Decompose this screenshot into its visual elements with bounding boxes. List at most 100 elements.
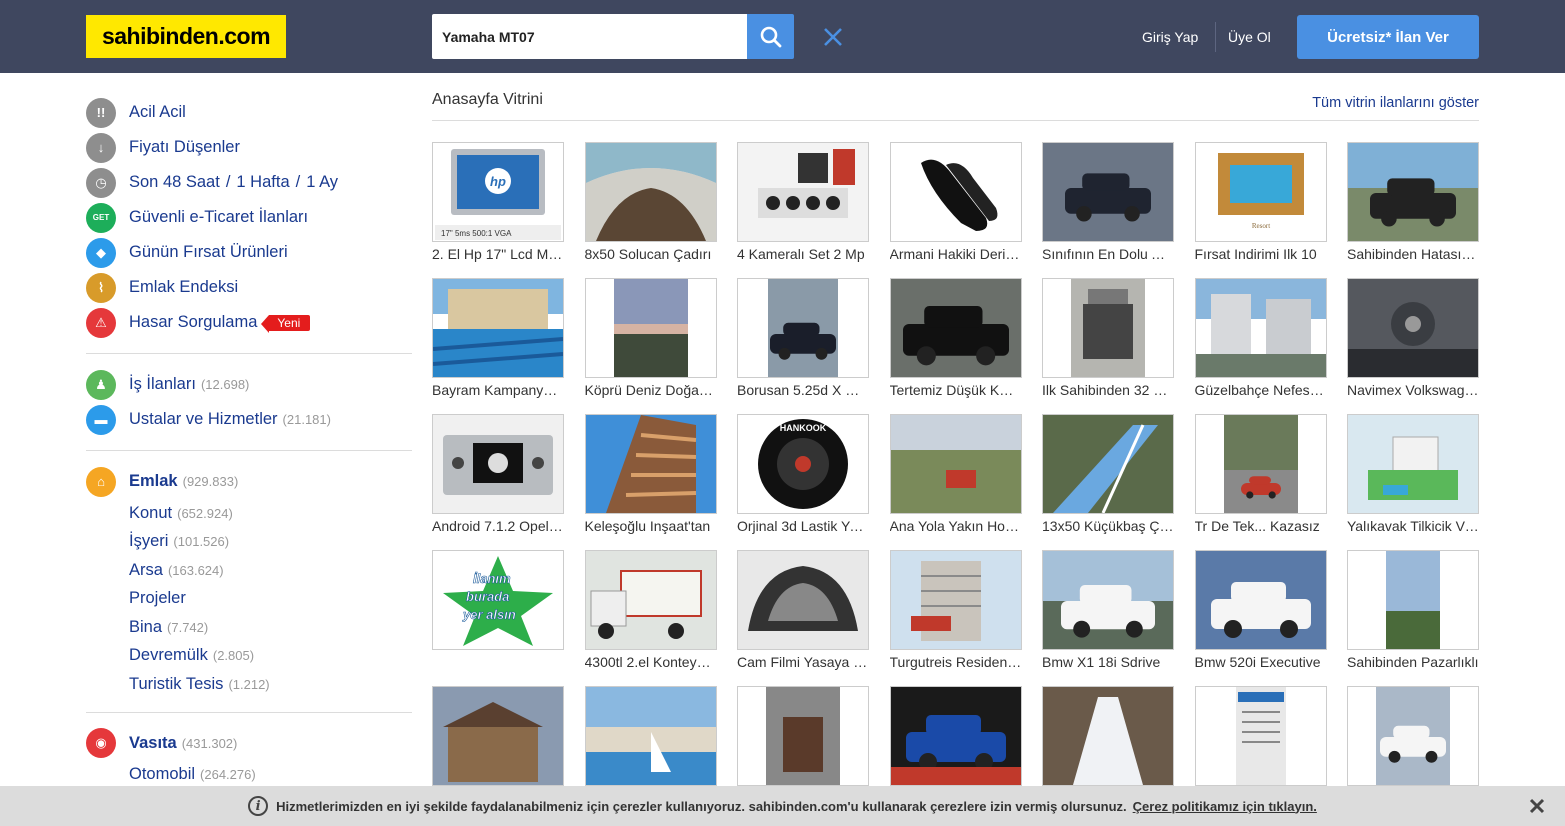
listing-card[interactable]: Tr De Tek... Kazasız — [1194, 414, 1327, 534]
subcategory-label[interactable]: Konut — [129, 504, 172, 523]
sidebar-item-label[interactable]: Emlak Endeksi — [129, 278, 238, 297]
show-all-showcase-link[interactable]: Tüm vitrin ilanlarını göster — [1312, 95, 1479, 111]
subcategory-label[interactable]: Devremülk — [129, 646, 208, 665]
listing-thumbnail[interactable] — [737, 278, 869, 378]
listing-title[interactable]: 4 Kameralı Set 2 Mp — [737, 246, 869, 262]
listing-thumbnail[interactable] — [1194, 278, 1327, 378]
post-ad-button[interactable]: Ücretsiz* İlan Ver — [1297, 15, 1479, 59]
listing-title[interactable]: Borusan 5.25d X Drive — [737, 382, 869, 398]
sidebar-item-label[interactable]: Günün Fırsat Ürünleri — [129, 243, 288, 262]
listing-thumbnail[interactable] — [1194, 414, 1327, 514]
listing-title[interactable]: 4300tl 2.el Konteyner — [585, 654, 717, 670]
listing-card[interactable]: 8x50 Solucan Çadırı — [584, 142, 717, 262]
listing-title[interactable]: Sınıfının En Dolu Aracı — [1042, 246, 1174, 262]
subcategory-label[interactable]: Bina — [129, 618, 162, 637]
listing-thumbnail[interactable] — [1347, 550, 1479, 650]
listing-thumbnail[interactable] — [584, 142, 717, 242]
sidebar-item-acil-acil[interactable]: !! Acil Acil — [86, 95, 412, 130]
sidebar-item-i-ş-i-lanları[interactable]: ♟ İş İlanları (12.698) — [86, 367, 412, 402]
listing-title[interactable]: Android 7.1.2 Opel Multimedya — [432, 518, 564, 534]
register-link[interactable]: Üye Ol — [1228, 29, 1271, 45]
listing-card[interactable]: Android 7.1.2 Opel Multimedya — [432, 414, 564, 534]
listing-card[interactable]: Borusan 5.25d X Drive — [737, 278, 869, 398]
search-input[interactable] — [432, 14, 748, 59]
listing-card[interactable]: Bayram Kampanyası Havuzlu — [432, 278, 564, 398]
category-title[interactable]: Emlak — [129, 472, 178, 491]
sidebar-item-fiyatı-düşenler[interactable]: ↓ Fiyatı Düşenler — [86, 130, 412, 165]
sidebar-item-label[interactable]: Acil Acil — [129, 103, 186, 122]
listing-title[interactable]: Bayram Kampanyası Havuzlu — [432, 382, 564, 398]
listing-thumbnail[interactable] — [1042, 142, 1174, 242]
listing-title[interactable]: Navimex Volkswagen Golf — [1347, 382, 1479, 398]
subcategory-label[interactable]: Arsa — [129, 561, 163, 580]
subcategory-item[interactable]: Turistik Tesis (1.212) — [129, 670, 412, 699]
listing-title[interactable]: Bmw X1 18i Sdrive — [1042, 654, 1174, 670]
category-emlak[interactable]: ⌂ Emlak (929.833) — [86, 464, 412, 499]
listing-card[interactable]: Sahibinden Hatasız Porsche — [1347, 142, 1479, 262]
listing-title[interactable]: Tr De Tek... Kazasız — [1195, 518, 1327, 534]
login-link[interactable]: Giriş Yap — [1142, 29, 1198, 45]
listing-thumbnail[interactable] — [1042, 414, 1174, 514]
listing-card[interactable]: Turgutreis Residence — [889, 550, 1022, 670]
listing-thumbnail[interactable] — [889, 686, 1022, 786]
listing-thumbnail[interactable] — [737, 550, 869, 650]
listing-thumbnail[interactable] — [432, 414, 564, 514]
sidebar-item-ustalar-ve-hizmetler[interactable]: ▬ Ustalar ve Hizmetler (21.181) — [86, 402, 412, 437]
sidebar-item-label[interactable]: Hasar Sorgulama — [129, 313, 257, 332]
sidebar-item-label[interactable]: Fiyatı Düşenler — [129, 138, 240, 157]
listing-thumbnail[interactable] — [584, 414, 717, 514]
listing-thumbnail[interactable] — [737, 142, 869, 242]
listing-thumbnail[interactable]: hp 17" 5ms 500:1 VGA — [432, 142, 564, 242]
listing-title[interactable]: 8x50 Solucan Çadırı — [585, 246, 717, 262]
sidebar-item-label[interactable]: Son 48 Saat — [129, 173, 220, 192]
subcategory-item[interactable]: Otomobil (264.276) — [129, 761, 412, 790]
subcategory-label[interactable]: İşyeri — [129, 532, 168, 551]
listing-card[interactable]: Cam Filmi Yasaya Uygun — [737, 550, 869, 670]
listing-title[interactable]: Fırsat Indirimi Ilk 10 — [1195, 246, 1327, 262]
sidebar-item-hasar-sorgulama[interactable]: ⚠ Hasar Sorgulama Yeni — [86, 305, 412, 340]
listing-thumbnail[interactable] — [1347, 278, 1479, 378]
subcategory-label[interactable]: Projeler — [129, 589, 186, 608]
listing-card[interactable] — [432, 686, 564, 786]
sidebar-item-label[interactable]: 1 Hafta — [236, 173, 289, 192]
listing-title[interactable]: Yalıkavak Tilkicik Villa — [1347, 518, 1479, 534]
listing-thumbnail[interactable] — [737, 686, 869, 786]
listing-card[interactable] — [1042, 686, 1174, 786]
listing-card[interactable]: Ana Yola Yakın Hobi Bahçesi — [889, 414, 1022, 534]
sidebar-item-label[interactable]: Güvenli e-Ticaret İlanları — [129, 208, 308, 227]
listing-card[interactable]: Keleşoğlu Inşaat'tan — [584, 414, 717, 534]
listing-thumbnail[interactable] — [1347, 414, 1479, 514]
listing-title[interactable]: Sahibinden Pazarlıklı — [1347, 654, 1479, 670]
listing-thumbnail[interactable] — [584, 278, 717, 378]
sidebar-item-güvenli-e-ticaret-i-lanları[interactable]: GET Güvenli e-Ticaret İlanları — [86, 200, 412, 235]
listing-thumbnail[interactable] — [1347, 686, 1479, 786]
subcategory-label[interactable]: Otomobil — [129, 765, 195, 784]
listing-card[interactable]: Bmw X1 18i Sdrive — [1042, 550, 1174, 670]
listing-thumbnail[interactable] — [1042, 686, 1174, 786]
listing-thumbnail[interactable] — [1194, 686, 1327, 786]
listing-title[interactable]: Bmw 520i Executive — [1195, 654, 1327, 670]
listing-card[interactable]: Ilk Sahibinden 32 Kilo — [1042, 278, 1174, 398]
sidebar-item-son-48-saat[interactable]: ◷ Son 48 Saat / 1 Hafta / 1 Ay — [86, 165, 412, 200]
listing-card[interactable]: Bmw 520i Executive — [1194, 550, 1327, 670]
listing-card[interactable]: İlanım burada yer alsın — [432, 550, 564, 654]
listing-thumbnail[interactable]: HANKOOK — [737, 414, 869, 514]
listing-card[interactable]: 4 Kameralı Set 2 Mp — [737, 142, 869, 262]
listing-card[interactable]: 13x50 Küçükbaş Çadırı — [1042, 414, 1174, 534]
listing-thumbnail[interactable] — [889, 414, 1022, 514]
listing-title[interactable]: Sahibinden Hatasız Porsche — [1347, 246, 1479, 262]
subcategory-item[interactable]: Bina (7.742) — [129, 613, 412, 642]
listing-thumbnail[interactable] — [889, 278, 1022, 378]
listing-card[interactable] — [584, 686, 717, 786]
listing-card[interactable]: HANKOOK Orjinal 3d Lastik Yazısı — [737, 414, 869, 534]
sidebar-item-label[interactable]: Ustalar ve Hizmetler — [129, 410, 278, 429]
listing-thumbnail[interactable] — [584, 550, 717, 650]
listing-title[interactable]: Ilk Sahibinden 32 Kilo — [1042, 382, 1174, 398]
listing-card[interactable]: Navimex Volkswagen Golf — [1347, 278, 1479, 398]
sidebar-item-günün-fırsat-ürünleri[interactable]: ◆ Günün Fırsat Ürünleri — [86, 235, 412, 270]
listing-card[interactable] — [1347, 686, 1479, 786]
sidebar-item-label[interactable]: 1 Ay — [306, 173, 338, 192]
listing-card[interactable]: Yalıkavak Tilkicik Villa — [1347, 414, 1479, 534]
sidebar-item-label[interactable]: İş İlanları — [129, 375, 196, 394]
listing-title[interactable]: Ana Yola Yakın Hobi Bahçesi — [890, 518, 1022, 534]
